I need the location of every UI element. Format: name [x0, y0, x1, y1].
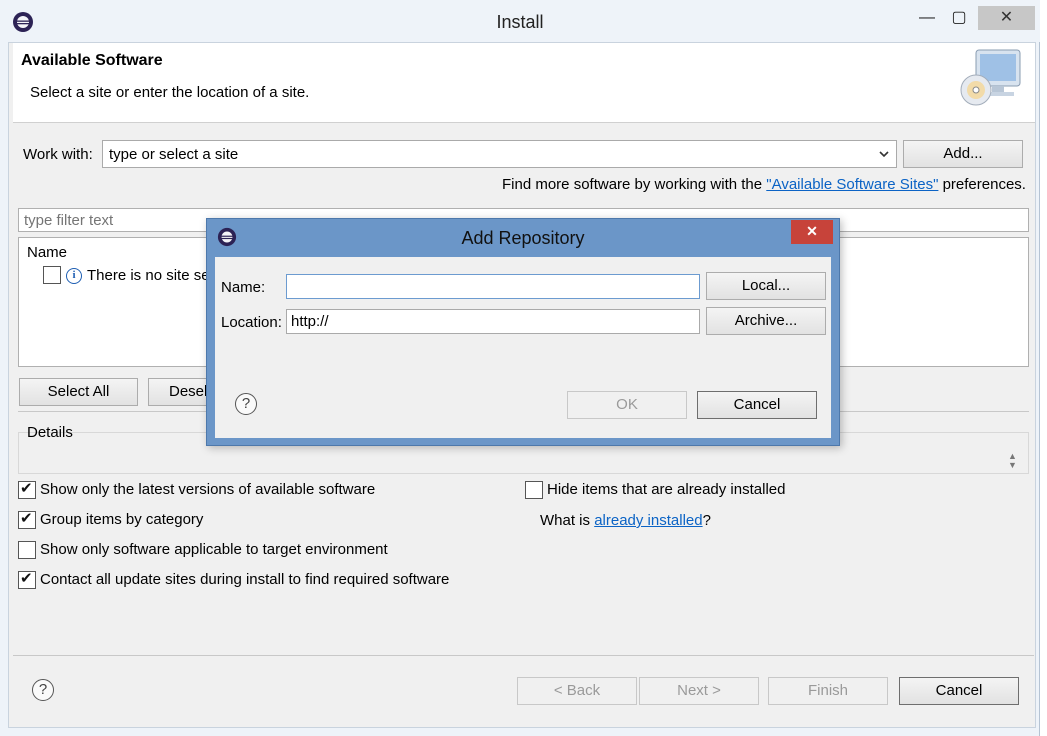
name-label: Name:	[221, 279, 266, 296]
wizard-header	[13, 43, 1035, 123]
dialog-title: Add Repository	[461, 228, 585, 248]
install-banner-icon	[960, 49, 1021, 106]
group-by-category-label: Group items by category	[40, 511, 204, 528]
what-is-prefix: What is	[540, 512, 595, 529]
location-label: Location:	[221, 314, 282, 331]
find-more-suffix: preferences.	[938, 176, 1026, 193]
hide-installed-checkbox[interactable]	[525, 481, 543, 500]
latest-versions-checkbox[interactable]	[18, 479, 36, 500]
minimize-button[interactable]: —	[910, 6, 944, 30]
repository-name-input[interactable]	[286, 274, 700, 299]
already-installed-link[interactable]: already installed	[594, 512, 702, 529]
tree-column-name[interactable]: Name	[27, 244, 67, 261]
add-repository-dialog: Add Repository ✕ Name: Local... Location…	[206, 218, 840, 446]
tree-row-label: There is no site sel	[87, 267, 213, 284]
select-all-button[interactable]: Select All	[19, 378, 138, 406]
info-icon: i	[66, 268, 82, 284]
add-site-button[interactable]: Add...	[903, 140, 1023, 168]
footer-separator	[13, 655, 1034, 656]
what-is-installed-text: What is already installed?	[540, 512, 711, 529]
hide-installed-label: Hide items that are already installed	[547, 481, 786, 498]
target-env-option[interactable]: Show only software applicable to target …	[18, 541, 388, 560]
finish-button[interactable]: Finish	[768, 677, 888, 705]
help-icon[interactable]: ?	[32, 679, 54, 701]
title-bar[interactable]: Install — ▢ ✕	[0, 0, 1040, 42]
latest-versions-option[interactable]: Show only the latest versions of availab…	[18, 479, 376, 500]
target-env-checkbox[interactable]	[18, 541, 36, 560]
help-icon[interactable]: ?	[235, 393, 257, 415]
window-title: Install	[496, 12, 544, 32]
maximize-button[interactable]: ▢	[942, 6, 976, 30]
what-is-suffix: ?	[702, 512, 711, 529]
dialog-body: Name: Local... Location: Archive... ? OK…	[215, 257, 831, 438]
hide-installed-option[interactable]: Hide items that are already installed	[525, 481, 786, 500]
group-by-category-checkbox[interactable]	[18, 509, 36, 530]
tree-row[interactable]: i There is no site sel	[43, 266, 213, 288]
contact-sites-checkbox[interactable]	[18, 569, 36, 590]
group-by-category-option[interactable]: Group items by category	[18, 509, 204, 530]
details-label: Details	[27, 424, 73, 441]
ok-button[interactable]: OK	[567, 391, 687, 419]
page-title: Available Software	[21, 52, 163, 69]
site-combo-value: type or select a site	[109, 146, 239, 163]
contact-sites-option[interactable]: Contact all update sites during install …	[18, 569, 450, 590]
dialog-close-button[interactable]: ✕	[791, 220, 833, 244]
tree-row-checkbox[interactable]	[43, 266, 61, 285]
close-window-button[interactable]: ✕	[978, 6, 1035, 30]
site-combo[interactable]: type or select a site	[102, 140, 897, 168]
dialog-cancel-button[interactable]: Cancel	[697, 391, 817, 419]
find-more-prefix: Find more software by working with the	[502, 176, 767, 193]
target-env-label: Show only software applicable to target …	[40, 541, 388, 558]
local-button[interactable]: Local...	[706, 272, 826, 300]
archive-button[interactable]: Archive...	[706, 307, 826, 335]
available-sites-link[interactable]: "Available Software Sites"	[766, 176, 938, 193]
work-with-label: Work with:	[23, 146, 93, 163]
page-subtitle: Select a site or enter the location of a…	[30, 84, 310, 101]
back-button[interactable]: < Back	[517, 677, 637, 705]
scroll-arrows-icon[interactable]: ▲ ▼	[1008, 452, 1017, 470]
contact-sites-label: Contact all update sites during install …	[40, 571, 450, 588]
cancel-button[interactable]: Cancel	[899, 677, 1019, 705]
latest-versions-label: Show only the latest versions of availab…	[40, 481, 376, 498]
repository-location-input[interactable]	[286, 309, 700, 334]
find-more-text: Find more software by working with the "…	[502, 176, 1026, 193]
chevron-down-icon[interactable]	[878, 145, 892, 163]
next-button[interactable]: Next >	[639, 677, 759, 705]
